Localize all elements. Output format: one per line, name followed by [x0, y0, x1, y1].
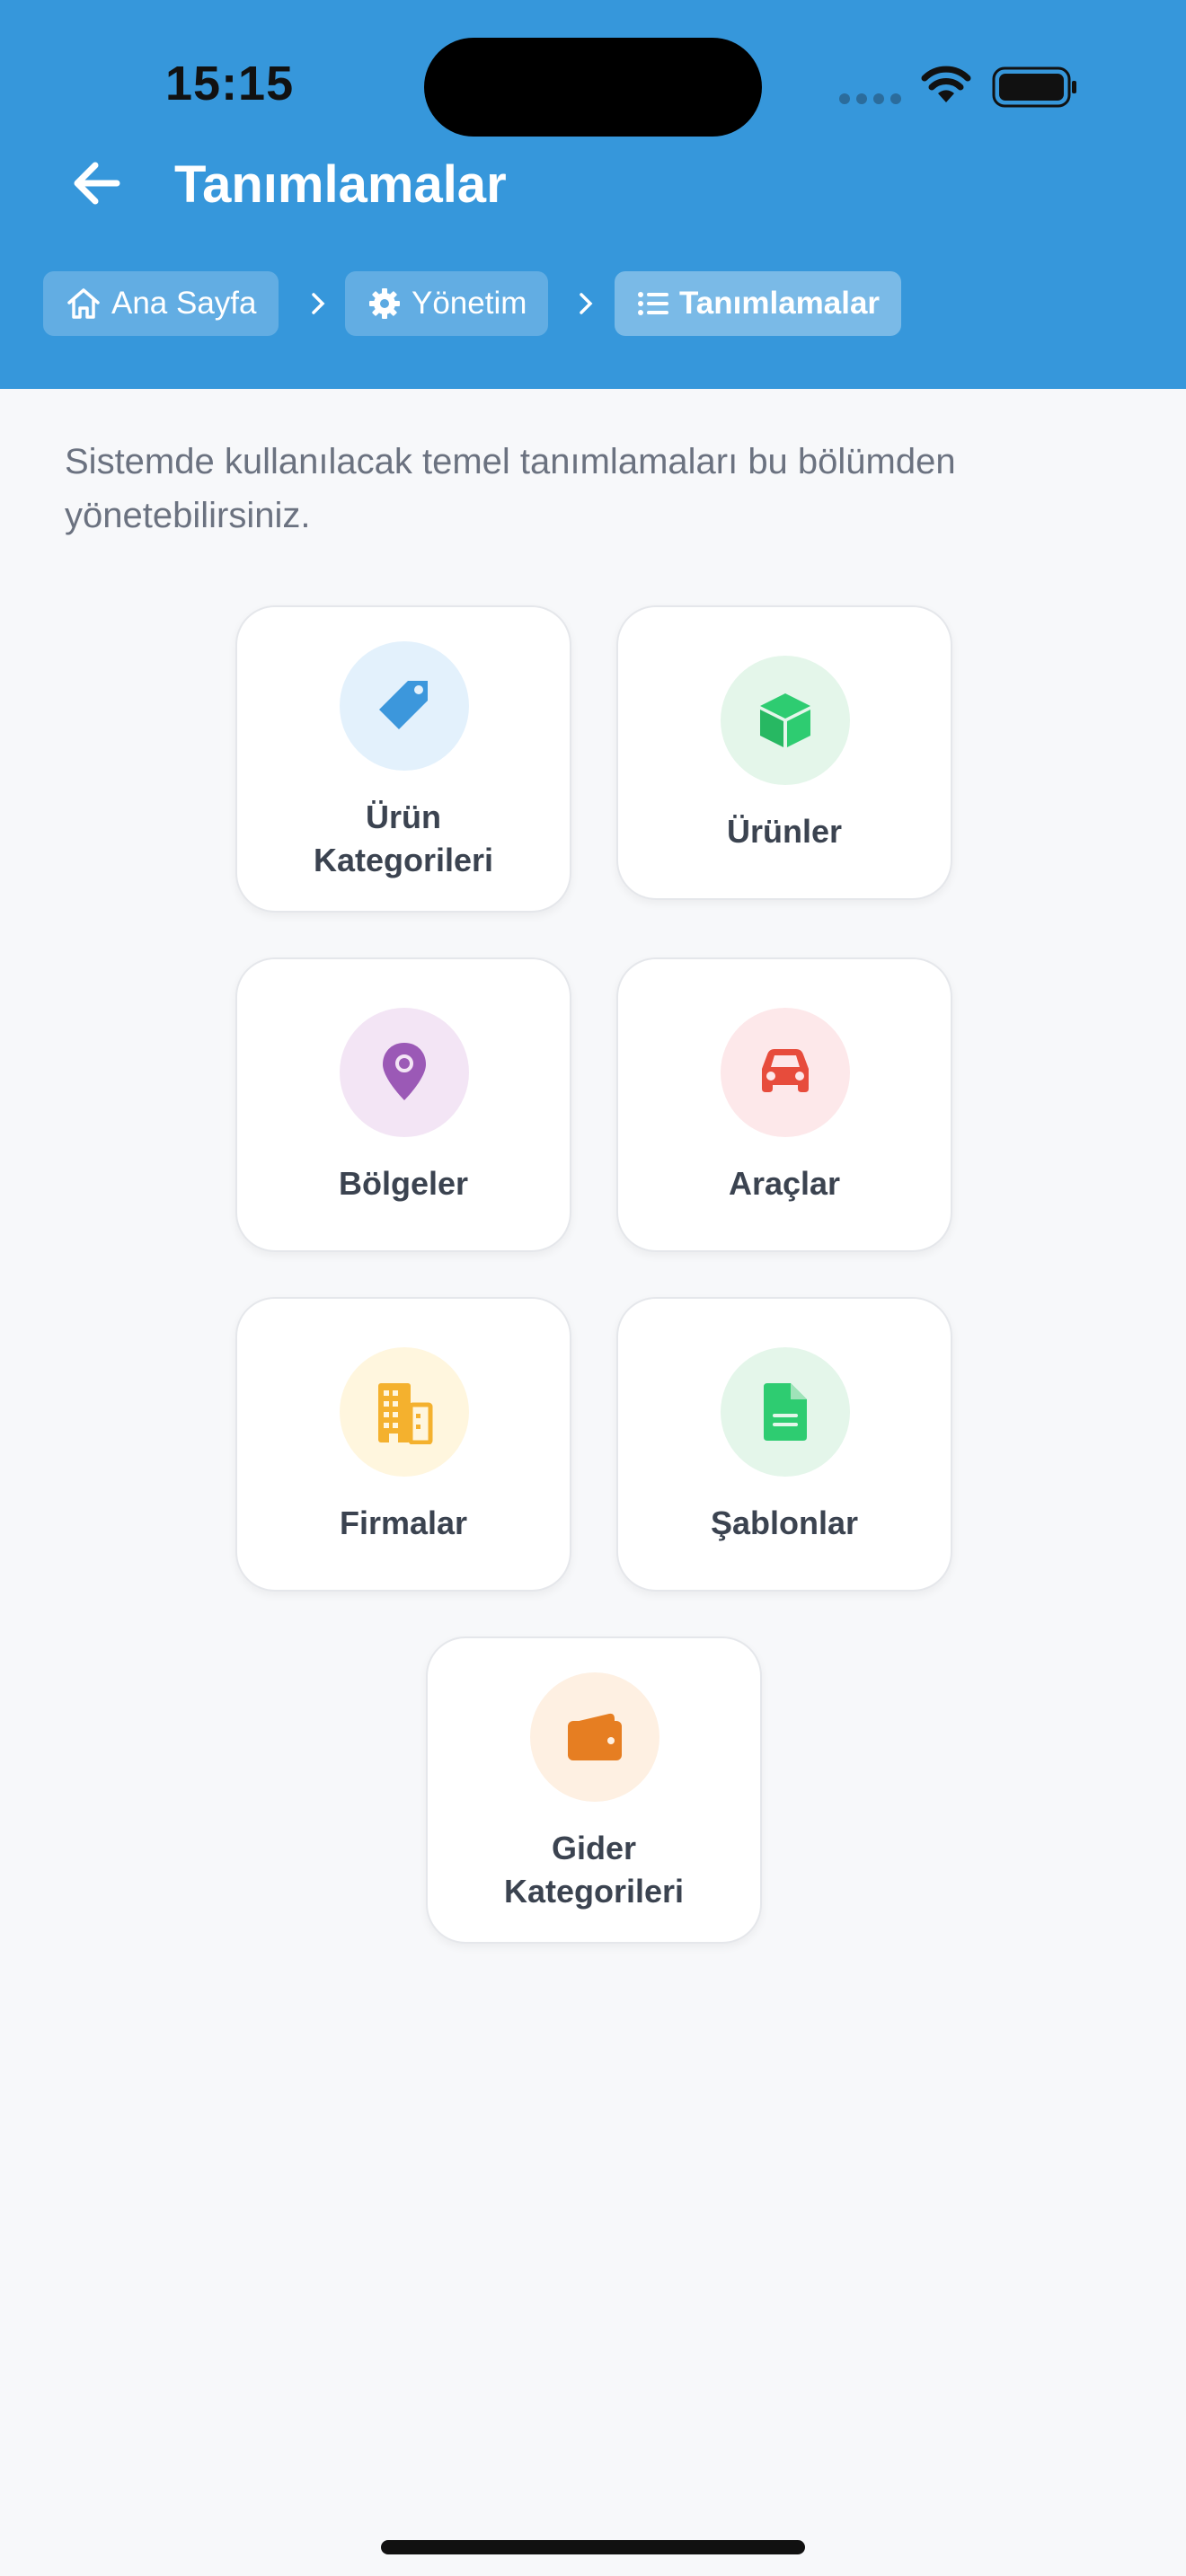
card-label: Şablonlar: [710, 1504, 859, 1541]
dynamic-island: [424, 38, 762, 137]
list-icon: [638, 292, 668, 315]
breadcrumb-definitions[interactable]: Tanımlamalar: [615, 271, 902, 336]
map-pin-icon-circle: [340, 1008, 469, 1137]
chevron-right-icon: [580, 293, 593, 314]
status-time: 15:15: [165, 57, 295, 110]
page-description: Sistemde kullanılacak temel tanımlamalar…: [65, 442, 956, 535]
card-label: Araçlar: [728, 1165, 841, 1202]
card-vehicles[interactable]: Araçlar: [616, 957, 952, 1252]
wifi-icon: [921, 66, 971, 102]
card-products[interactable]: Ürünler: [616, 605, 952, 900]
card-regions[interactable]: Bölgeler: [235, 957, 571, 1252]
card-expense-categories[interactable]: Gider Kategorileri: [426, 1636, 762, 1944]
card-label: Firmalar: [339, 1504, 468, 1541]
card-companies[interactable]: Firmalar: [235, 1297, 571, 1592]
building-icon: [378, 1383, 433, 1444]
gear-icon: [369, 288, 400, 319]
cube-icon: [760, 693, 810, 747]
cellular-signal-icon: [839, 93, 901, 104]
home-icon: [67, 288, 100, 319]
breadcrumb-management-label: Yönetim: [412, 286, 527, 321]
card-label: Ürünler: [726, 813, 843, 850]
breadcrumb-definitions-label: Tanımlamalar: [679, 286, 881, 321]
breadcrumb-home-label: Ana Sayfa: [111, 286, 257, 321]
app-header: 15:15 Tanımlamalar Ana Sayfa Yönetim Tan…: [0, 0, 1186, 389]
card-label: Gider Kategorileri: [503, 1830, 685, 1910]
wallet-icon-circle: [530, 1672, 659, 1802]
back-button[interactable]: [65, 151, 129, 216]
card-templates[interactable]: Şablonlar: [616, 1297, 952, 1592]
building-icon-circle: [340, 1347, 469, 1477]
car-icon: [762, 1049, 809, 1092]
document-icon-circle: [721, 1347, 850, 1477]
car-icon-circle: [721, 1008, 850, 1137]
cube-icon-circle: [721, 656, 850, 785]
tag-icon: [379, 681, 428, 729]
wallet-icon: [568, 1713, 622, 1760]
card-label: Bölgeler: [338, 1165, 469, 1202]
card-label: Ürün Kategorileri: [313, 798, 494, 878]
battery-icon: [992, 66, 1076, 108]
chevron-right-icon: [312, 293, 325, 314]
breadcrumb-management[interactable]: Yönetim: [345, 271, 549, 336]
map-pin-icon: [383, 1043, 426, 1100]
breadcrumb-home[interactable]: Ana Sayfa: [43, 271, 279, 336]
page-title: Tanımlamalar: [174, 155, 507, 214]
home-indicator[interactable]: [381, 2540, 805, 2554]
card-product-categories[interactable]: Ürün Kategorileri: [235, 605, 571, 913]
tag-icon-circle: [340, 641, 469, 771]
document-icon: [764, 1383, 807, 1441]
